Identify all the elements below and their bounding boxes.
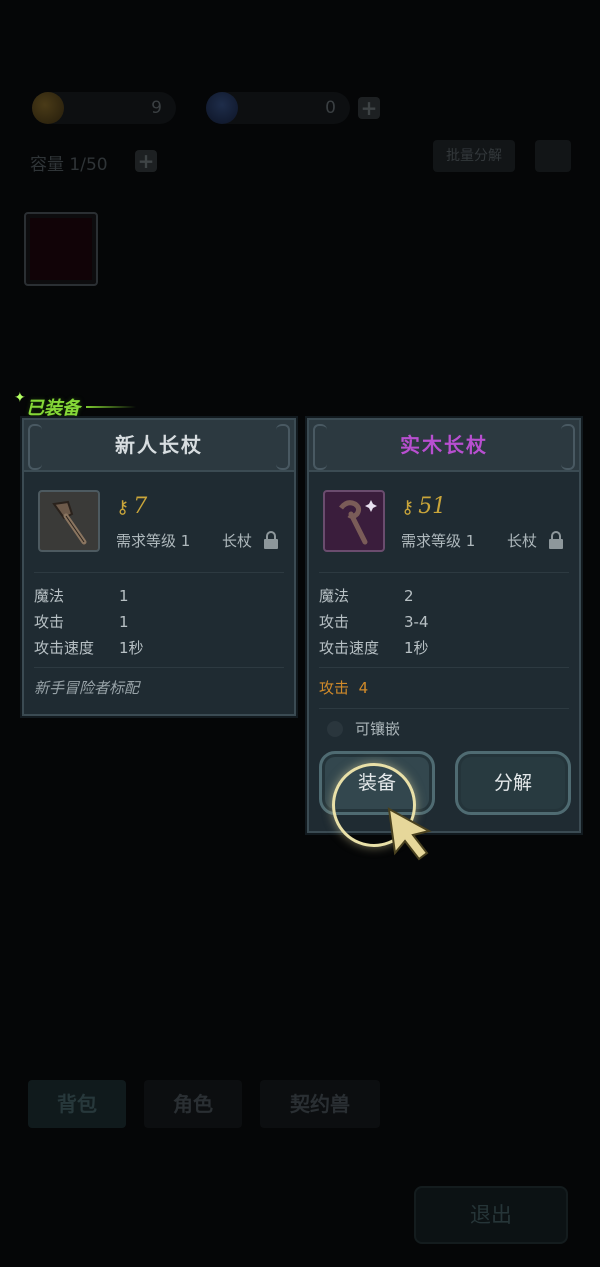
staff-item-icon xyxy=(323,490,385,552)
weapon-type: 长杖 xyxy=(221,532,252,550)
capacity-label: 容量 1/50 xyxy=(30,155,108,175)
level-requirement: 需求等级 1 xyxy=(116,532,191,550)
stat-row: 攻击速度 1秒 xyxy=(319,639,429,657)
add-gems-button[interactable]: + xyxy=(358,97,380,119)
gold-coin-icon xyxy=(32,92,64,124)
equipped-tag: 已装备 xyxy=(26,394,136,420)
lock-icon[interactable] xyxy=(547,530,565,550)
stat-row: 攻击速度 1秒 xyxy=(34,639,144,657)
batch-decompose-button[interactable]: 批量分解 xyxy=(433,140,515,172)
stat-row: 魔法 1 xyxy=(34,587,129,605)
ornament-icon xyxy=(561,424,575,470)
inventory-slot[interactable] xyxy=(24,212,98,286)
weapon-type: 长杖 xyxy=(506,532,537,550)
ornament-icon xyxy=(313,424,327,470)
gold-amount: 9 xyxy=(151,98,162,118)
tab-role[interactable]: 角色 xyxy=(144,1080,242,1128)
sort-button[interactable] xyxy=(535,140,571,172)
bonus-stat: 攻击 4 xyxy=(319,668,569,709)
power-rating: ⚷ 51 xyxy=(401,494,447,519)
power-rating: ⚷ 7 xyxy=(116,494,148,519)
socket-icon xyxy=(327,721,343,737)
tab-contract-beast[interactable]: 契约兽 xyxy=(260,1080,380,1128)
card-header: 新人长杖 xyxy=(24,420,294,472)
decompose-button[interactable]: 分解 xyxy=(455,751,571,815)
gold-counter: 9 xyxy=(32,92,176,124)
stat-row: 魔法 2 xyxy=(319,587,414,605)
level-requirement: 需求等级 1 xyxy=(401,532,476,550)
flavor-text: 新手冒险者标配 xyxy=(34,679,140,697)
stat-list: 魔法 2 攻击 3-4 攻击速度 1秒 xyxy=(319,573,569,668)
stat-row: 攻击 1 xyxy=(34,613,129,631)
stat-list: 魔法 1 攻击 1 攻击速度 1秒 xyxy=(34,573,284,668)
key-icon: ⚷ xyxy=(116,497,130,518)
tab-bag[interactable]: 背包 xyxy=(28,1080,126,1128)
sparkle-icon: ✦ xyxy=(14,390,26,406)
lock-icon[interactable] xyxy=(262,530,280,550)
ornament-icon xyxy=(28,424,42,470)
socket-row: 可镶嵌 xyxy=(319,709,569,749)
socket-label: 可镶嵌 xyxy=(355,720,401,738)
expand-capacity-button[interactable]: + xyxy=(135,150,157,172)
card-header: 实木长杖 xyxy=(309,420,579,472)
exit-button[interactable]: 退出 xyxy=(414,1186,568,1244)
equipped-item-card: 新人长杖 ⚷ 7 需求等级 1 长杖 魔法 1 攻击 1 攻击速度 1秒 新手冒… xyxy=(22,418,296,716)
crystal-icon xyxy=(206,92,238,124)
key-icon: ⚷ xyxy=(401,497,415,518)
item-name: 新人长杖 xyxy=(115,433,203,457)
gem-counter: 0 xyxy=(206,92,350,124)
hand-pointer-icon xyxy=(387,807,432,861)
gem-amount: 0 xyxy=(325,98,336,118)
staff-item-icon xyxy=(38,490,100,552)
item-name: 实木长杖 xyxy=(400,433,488,457)
stat-row: 攻击 3-4 xyxy=(319,613,429,631)
ornament-icon xyxy=(276,424,290,470)
